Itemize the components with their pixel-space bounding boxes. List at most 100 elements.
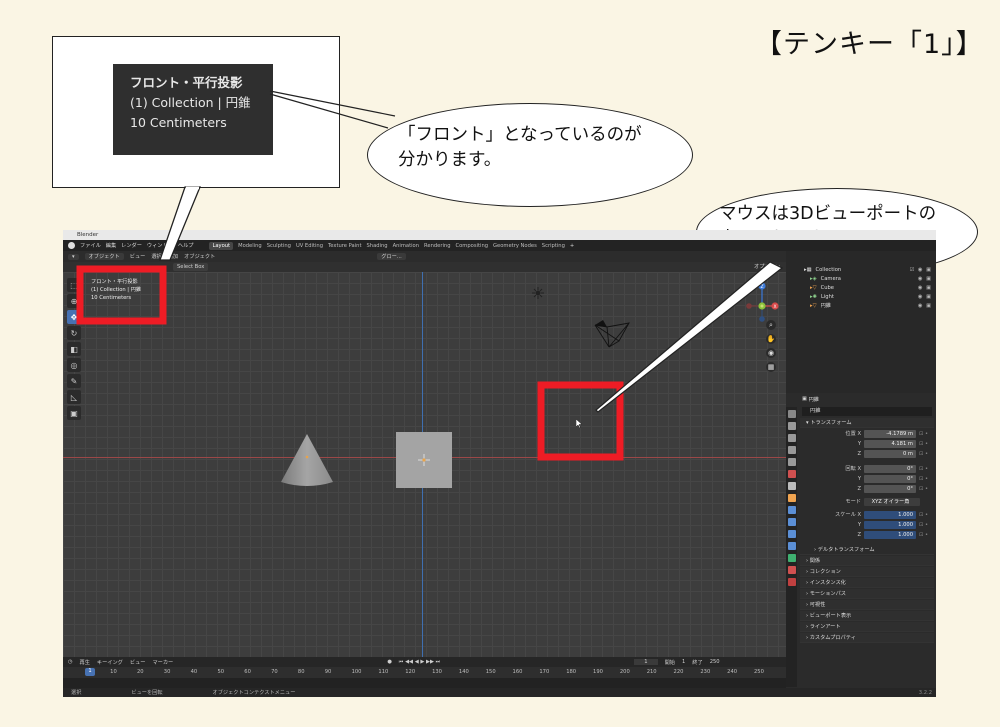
tab-geometry-nodes[interactable]: Geometry Nodes bbox=[493, 243, 537, 249]
tab-layout[interactable]: Layout bbox=[209, 241, 234, 250]
constraints-tab-icon[interactable] bbox=[788, 542, 796, 550]
select-box-dropdown[interactable]: Select Box bbox=[173, 263, 209, 271]
tab-texture-paint[interactable]: Texture Paint bbox=[328, 243, 361, 249]
object-name-field[interactable]: 円錐 bbox=[802, 407, 932, 416]
data-tab-icon[interactable] bbox=[788, 554, 796, 562]
options-dropdown[interactable]: オプション bbox=[754, 263, 780, 270]
outliner-row[interactable]: ▸✺ Light ◉ ▣ bbox=[786, 292, 936, 301]
object-tab-icon[interactable] bbox=[788, 494, 796, 502]
tool-tab-icon[interactable] bbox=[788, 410, 796, 418]
transform-tool-icon[interactable]: ◎ bbox=[67, 358, 81, 372]
outliner-row[interactable]: ▸▽ 円錐 ◉ ▣ bbox=[786, 301, 936, 310]
outliner-row[interactable]: ▸▦ Collection ☑ ◉ ▣ bbox=[786, 265, 936, 274]
scale-z-field[interactable]: Z 1.000 ⊡ • bbox=[798, 530, 936, 539]
menu-help[interactable]: ヘルプ bbox=[178, 242, 194, 249]
transform-orientation-dropdown[interactable]: グロー... bbox=[377, 253, 406, 260]
visibility-icons[interactable]: ◉ ▣ bbox=[918, 303, 932, 309]
collection-tab-icon[interactable] bbox=[788, 482, 796, 490]
record-button-icon[interactable]: ● bbox=[387, 659, 392, 665]
view-layer-tab-icon[interactable] bbox=[788, 446, 796, 454]
zoom-icon[interactable]: ⌕ bbox=[766, 320, 776, 330]
menu-edit[interactable]: 編集 bbox=[106, 242, 116, 249]
modifier-tab-icon[interactable] bbox=[788, 506, 796, 514]
tab-uv-editing[interactable]: UV Editing bbox=[296, 243, 323, 249]
menu-marker[interactable]: マーカー bbox=[152, 659, 173, 666]
3d-viewport[interactable]: フロント・平行投影 (1) Collection | 円錐 10 Centime… bbox=[63, 272, 786, 657]
editor-type-icon[interactable]: ▾ bbox=[68, 253, 79, 260]
line-art-section[interactable]: › ラインアート bbox=[800, 622, 934, 632]
navigation-gizmo[interactable]: Z X bbox=[745, 280, 779, 322]
particles-tab-icon[interactable] bbox=[788, 518, 796, 526]
rotation-z-field[interactable]: Z 0° ⊡ • bbox=[798, 484, 936, 493]
instancing-section[interactable]: › インスタンス化 bbox=[800, 578, 934, 588]
output-tab-icon[interactable] bbox=[788, 434, 796, 442]
relations-section[interactable]: › 関係 bbox=[800, 556, 934, 566]
physics-tab-icon[interactable] bbox=[788, 530, 796, 538]
menu-select[interactable]: 選択 bbox=[151, 253, 161, 260]
scale-x-field[interactable]: スケール X 1.000 ⊡ • bbox=[798, 510, 936, 519]
location-y-field[interactable]: Y 4.181 m ⊡ • bbox=[798, 439, 936, 448]
menu-add[interactable]: 追加 bbox=[168, 253, 178, 260]
timeline-editor-icon[interactable]: ◷ bbox=[68, 659, 73, 665]
location-z-field[interactable]: Z0 m ⊡ • bbox=[798, 449, 936, 458]
rotate-tool-icon[interactable]: ↻ bbox=[67, 326, 81, 340]
outliner-row[interactable]: ▸◈ Camera ◉ ▣ bbox=[786, 274, 936, 283]
menu-playback[interactable]: 再生 bbox=[80, 659, 90, 666]
camera-object[interactable] bbox=[593, 319, 631, 349]
visibility-icons[interactable]: ◉ ▣ bbox=[918, 285, 932, 291]
tab-scripting[interactable]: Scripting bbox=[542, 243, 565, 249]
timeline-ruler[interactable]: 1102030405060708090100110120130140150160… bbox=[63, 667, 786, 678]
menu-object[interactable]: オブジェクト bbox=[184, 253, 215, 260]
tab-rendering[interactable]: Rendering bbox=[424, 243, 451, 249]
delta-transform-section[interactable]: › デルタトランスフォーム bbox=[800, 545, 934, 555]
timeline-body[interactable] bbox=[63, 678, 786, 688]
visibility-section[interactable]: › 可視性 bbox=[800, 600, 934, 610]
tab-compositing[interactable]: Compositing bbox=[456, 243, 489, 249]
pan-hand-icon[interactable]: ✋ bbox=[766, 334, 776, 344]
light-icon[interactable] bbox=[532, 287, 544, 299]
viewport-display-section[interactable]: › ビューポート表示 bbox=[800, 611, 934, 621]
add-workspace-button[interactable]: + bbox=[570, 243, 574, 249]
add-cube-tool-icon[interactable]: ▣ bbox=[67, 406, 81, 420]
rotation-y-field[interactable]: Y 0° ⊡ • bbox=[798, 474, 936, 483]
menu-timeline-view[interactable]: ビュー bbox=[130, 659, 146, 666]
visibility-icons[interactable]: ◉ ▣ bbox=[918, 276, 932, 282]
playback-controls-icon[interactable]: ⏮ ◀◀ ◀ ▶ ▶▶ ⏭ bbox=[399, 659, 441, 666]
motion-paths-section[interactable]: › モーションパス bbox=[800, 589, 934, 599]
move-tool-icon[interactable]: ✥ bbox=[67, 310, 81, 324]
visibility-icons[interactable]: ◉ ▣ bbox=[918, 294, 932, 300]
tab-animation[interactable]: Animation bbox=[393, 243, 419, 249]
tab-modeling[interactable]: Modeling bbox=[238, 243, 262, 249]
collections-section[interactable]: › コレクション bbox=[800, 567, 934, 577]
select-tool-icon[interactable]: ⬚ bbox=[67, 278, 81, 292]
menu-file[interactable]: ファイル bbox=[80, 242, 101, 249]
camera-view-icon[interactable]: ◉ bbox=[766, 348, 776, 358]
menu-view[interactable]: ビュー bbox=[130, 253, 146, 260]
outliner-row[interactable]: ▸▽ Cube ◉ ▣ bbox=[786, 283, 936, 292]
menu-keying[interactable]: キーイング bbox=[97, 659, 123, 666]
end-frame-field[interactable]: 250 bbox=[710, 659, 720, 665]
texture-tab-icon[interactable] bbox=[788, 578, 796, 586]
render-tab-icon[interactable] bbox=[788, 422, 796, 430]
measure-tool-icon[interactable]: ◺ bbox=[67, 390, 81, 404]
tab-sculpting[interactable]: Sculpting bbox=[267, 243, 291, 249]
blender-logo-icon[interactable] bbox=[68, 242, 75, 249]
tab-shading[interactable]: Shading bbox=[366, 243, 387, 249]
material-tab-icon[interactable] bbox=[788, 566, 796, 574]
world-tab-icon[interactable] bbox=[788, 470, 796, 478]
ortho-grid-icon[interactable]: ▦ bbox=[766, 362, 776, 372]
scene-tab-icon[interactable] bbox=[788, 458, 796, 466]
menu-window[interactable]: ウィンドウ bbox=[147, 242, 173, 249]
cursor-tool-icon[interactable]: ⊕ bbox=[67, 294, 81, 308]
annotate-tool-icon[interactable]: ✎ bbox=[67, 374, 81, 388]
scale-tool-icon[interactable]: ◧ bbox=[67, 342, 81, 356]
transform-section-header[interactable]: ▾ トランスフォーム bbox=[800, 418, 934, 428]
rotation-mode-dropdown[interactable]: モード XYZ オイラー角 bbox=[798, 497, 936, 506]
visibility-icons[interactable]: ☑ ◉ ▣ bbox=[910, 267, 932, 273]
start-frame-field[interactable]: 1 bbox=[682, 659, 685, 665]
cone-object[interactable] bbox=[279, 432, 335, 488]
location-x-field[interactable]: 位置 X -4.1789 m ⊡ • bbox=[798, 429, 936, 438]
current-frame-marker[interactable]: 1 bbox=[85, 668, 95, 676]
rotation-x-field[interactable]: 回転 X 0° ⊡ • bbox=[798, 464, 936, 473]
current-frame-field[interactable]: 1 bbox=[634, 659, 658, 665]
